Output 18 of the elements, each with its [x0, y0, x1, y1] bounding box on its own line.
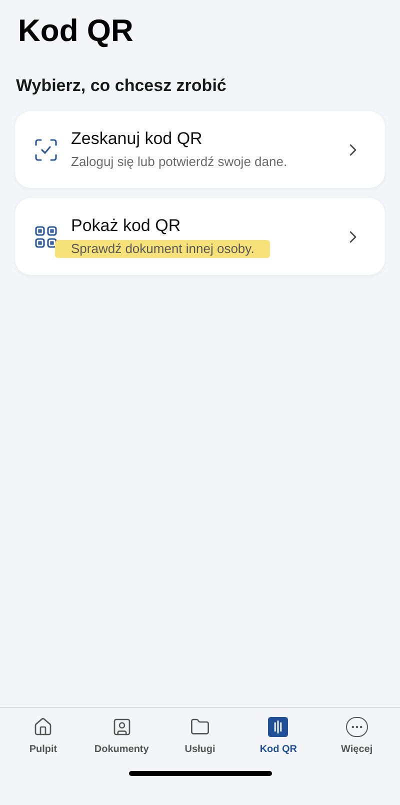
tab-bar-item[interactable]: Kod QR — [239, 717, 318, 757]
tab-bar-item[interactable]: Więcej — [318, 717, 396, 757]
qr-code-icon — [35, 226, 57, 248]
section-heading: Wybierz, co chcesz zrobić — [15, 75, 228, 97]
scan-check-icon — [35, 138, 57, 160]
tab-bar-item[interactable]: Usługi — [160, 717, 240, 757]
page-title: Kod QR — [17, 12, 134, 50]
tab-bar-item[interactable]: Dokumenty — [82, 717, 161, 757]
option-card[interactable]: Zeskanuj kod QR Zaloguj się lub potwierdź swoje dane. — [15, 111, 385, 188]
folder-icon — [189, 717, 212, 737]
bars-icon — [267, 717, 290, 737]
option-title: Zeskanuj kod QR — [71, 128, 204, 150]
more-icon — [346, 717, 368, 737]
tab-bar-item[interactable]: Pulpit — [4, 717, 82, 757]
option-title: Pokaż kod QR — [71, 215, 182, 237]
option-description: Zaloguj się lub potwierdź swoje dane. — [71, 153, 288, 171]
option-card[interactable]: Pokaż kod QR Sprawdź dokument innej osoby. — [15, 198, 385, 275]
option-description: Sprawdź dokument innej osoby. — [55, 240, 270, 258]
